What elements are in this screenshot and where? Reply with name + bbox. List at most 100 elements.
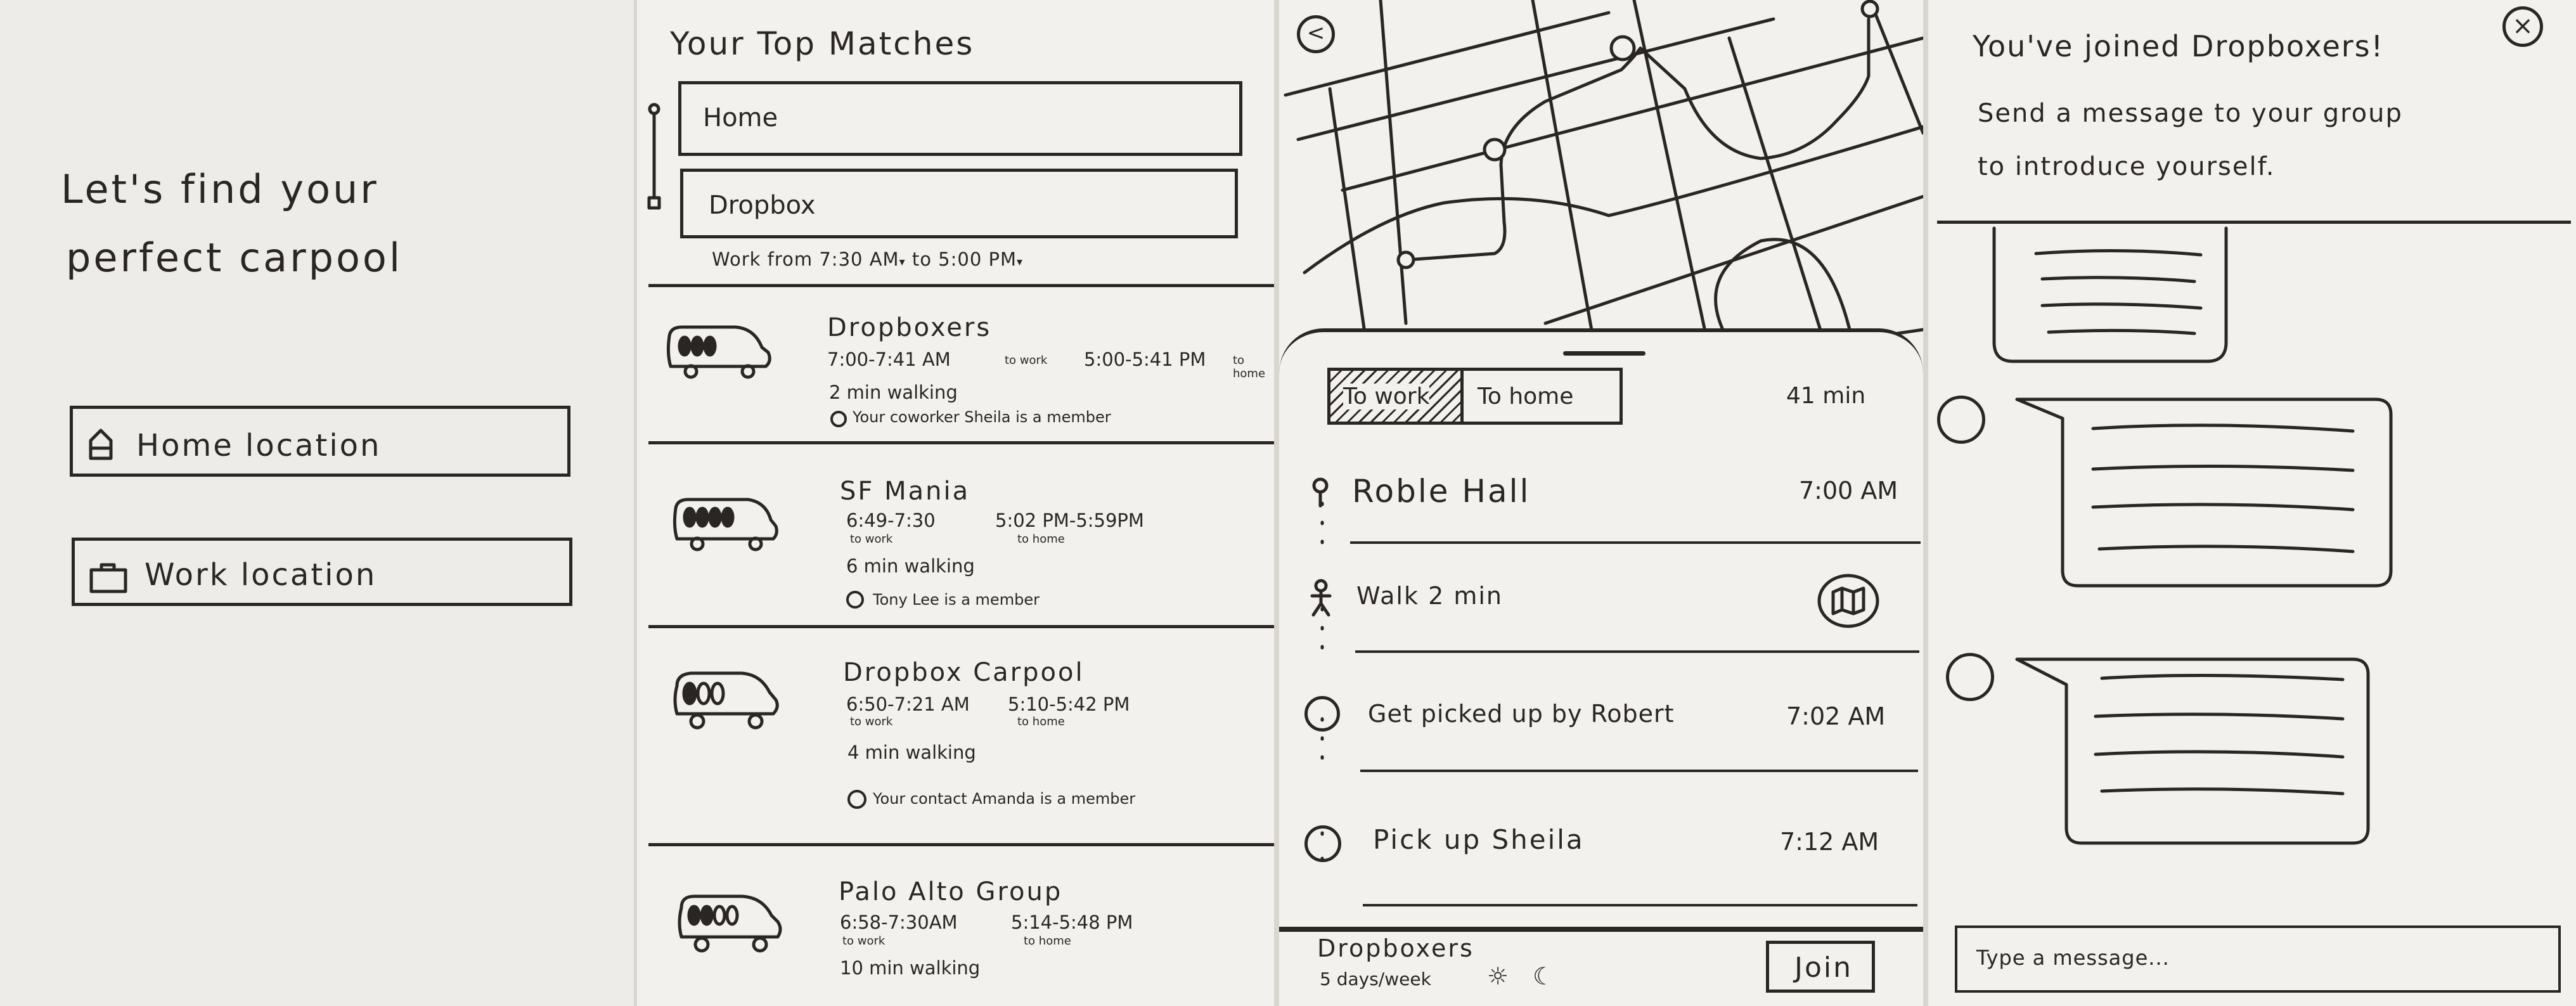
home-address-field[interactable]: Home: [678, 81, 1242, 156]
step-time: 7:02 AM: [1786, 702, 1886, 730]
headline-line-1: Let's find your: [61, 166, 379, 212]
direction-toggle[interactable]: To work To home: [1327, 368, 1623, 425]
to-home-times: 5:10-5:42 PM: [1008, 693, 1130, 715]
prompt-line-1: Send a message to your group: [1978, 99, 2403, 128]
group-name: Dropbox Carpool: [843, 658, 1085, 687]
chevron-down-icon: ▾: [899, 255, 906, 269]
group-name: SF Mania: [840, 477, 970, 506]
step-label: Walk 2 min: [1356, 582, 1503, 610]
to-home-times: 5:00-5:41 PM: [1084, 349, 1206, 370]
to-work-label: to work: [850, 715, 893, 728]
to-work-times: 6:58-7:30AM: [840, 912, 958, 933]
car-icon: [666, 325, 771, 379]
step-time: 7:12 AM: [1780, 828, 1879, 856]
to-work-label: to work: [1005, 354, 1048, 367]
footer-divider: [1279, 927, 1923, 932]
step-time: 7:00 AM: [1799, 477, 1898, 505]
map-icon[interactable]: [1817, 573, 1880, 630]
briefcase-icon: [89, 563, 127, 593]
join-button-label: Join: [1794, 951, 1853, 984]
to-home-label: to home: [1017, 532, 1065, 546]
sun-icon: ☼: [1487, 962, 1509, 990]
back-icon[interactable]: <: [1297, 15, 1335, 53]
to-work-times: 6:50-7:21 AM: [846, 693, 970, 715]
walking-time: 10 min walking: [840, 957, 981, 979]
footer-schedule: 5 days/week: [1320, 969, 1431, 990]
home-location-button[interactable]: Home location: [70, 406, 570, 477]
member-note: Tony Lee is a member: [873, 591, 1040, 609]
member-note: Your contact Amanda is a member: [873, 790, 1136, 808]
car-icon: [673, 671, 779, 730]
avatar-icon: [846, 591, 864, 609]
divider: [1360, 770, 1918, 772]
to-home-label: to home: [1233, 354, 1266, 380]
home-location-label: Home location: [136, 428, 382, 463]
route-map: [1284, 0, 1923, 357]
group-card[interactable]: Palo Alto Group 6:58-7:30AM to work 5:14…: [637, 846, 1274, 1006]
message-input-placeholder: Type a message...: [1976, 946, 2170, 970]
work-location-label: Work location: [145, 557, 377, 593]
chevron-down-icon: ▾: [1017, 255, 1024, 269]
member-note: Your coworker Sheila is a member: [853, 408, 1111, 426]
message-input[interactable]: Type a message...: [1955, 925, 2561, 993]
tab-to-work-label: To work: [1343, 384, 1430, 409]
work-start-time[interactable]: Work from 7:30 AM: [712, 248, 899, 270]
to-home-label: to home: [1017, 715, 1065, 728]
trip-duration: 41 min: [1786, 383, 1866, 409]
header-divider: [1937, 221, 2571, 224]
avatar-icon: [1937, 396, 1985, 444]
join-button[interactable]: Join: [1766, 941, 1875, 993]
close-icon[interactable]: ×: [2502, 6, 2543, 47]
group-chat-screen: You've joined Dropboxers! Send a message…: [1928, 0, 2576, 1006]
group-card[interactable]: Dropboxers 7:00-7:41 AM to work 5:00-5:4…: [637, 287, 1274, 442]
to-work-label: to work: [850, 532, 893, 546]
house-icon: [89, 429, 113, 460]
walking-person-icon: [1310, 579, 1332, 617]
message-bubble: [2015, 657, 2370, 845]
car-icon: [678, 894, 782, 953]
to-work-label: to work: [842, 934, 886, 948]
prompt-line-2: to introduce yourself.: [1978, 152, 2276, 181]
car-icon: [673, 498, 778, 551]
avatar-icon: [847, 790, 866, 809]
group-name: Dropboxers: [827, 313, 992, 342]
work-hours-selector[interactable]: Work from 7:30 AM▾ to 5:00 PM▾: [712, 248, 1023, 270]
avatar-icon: [1304, 696, 1340, 732]
step-label: Get picked up by Robert: [1368, 700, 1675, 728]
group-card[interactable]: SF Mania 6:49-7:30 to work 5:02 PM-5:59P…: [637, 444, 1274, 624]
group-name: Palo Alto Group: [839, 877, 1063, 906]
message-bubble: [1992, 226, 2228, 363]
tab-to-work[interactable]: To work: [1330, 371, 1464, 422]
to-work-times: 6:49-7:30: [846, 510, 936, 531]
route-detail-sheet: To work To home 41 min Roble Hall 7:00 A…: [1279, 328, 1923, 1006]
top-matches-screen: Your Top Matches Home Dropbox Work from …: [637, 0, 1274, 1006]
avatar-icon: [1304, 825, 1341, 862]
group-card[interactable]: Dropbox Carpool 6:50-7:21 AM to work 5:1…: [637, 628, 1274, 843]
walking-time: 2 min walking: [829, 382, 958, 403]
headline-line-2: perfect carpool: [66, 235, 403, 281]
divider: [1363, 904, 1917, 906]
work-address-field[interactable]: Dropbox: [680, 169, 1238, 238]
walking-time: 6 min walking: [846, 555, 975, 577]
message-bubble: [2015, 397, 2393, 588]
divider: [1355, 650, 1919, 653]
group-detail-screen: < To work To home 41 min Roble Hall 7:00…: [1279, 0, 1923, 1006]
step-label: Roble Hall: [1352, 473, 1531, 510]
tab-to-home-label: To home: [1478, 384, 1574, 409]
avatar-icon: [1946, 653, 1994, 701]
location-pin-icon: [1312, 477, 1329, 508]
walking-time: 4 min walking: [847, 742, 976, 763]
to-work-times: 7:00-7:41 AM: [827, 349, 951, 370]
route-connector-icon: [647, 103, 661, 210]
page-title: Your Top Matches: [670, 25, 975, 62]
moon-icon: ☾: [1533, 962, 1555, 990]
tab-to-home[interactable]: To home: [1471, 371, 1618, 422]
to-home-times: 5:14-5:48 PM: [1011, 912, 1133, 933]
work-location-button[interactable]: Work location: [72, 538, 572, 606]
to-home-label: to home: [1024, 934, 1071, 948]
work-hours-to: to: [911, 248, 932, 270]
avatar-icon: [830, 411, 847, 427]
drag-handle[interactable]: [1563, 351, 1645, 356]
home-address-value: Home: [703, 103, 778, 132]
work-end-time[interactable]: 5:00 PM: [938, 248, 1017, 270]
